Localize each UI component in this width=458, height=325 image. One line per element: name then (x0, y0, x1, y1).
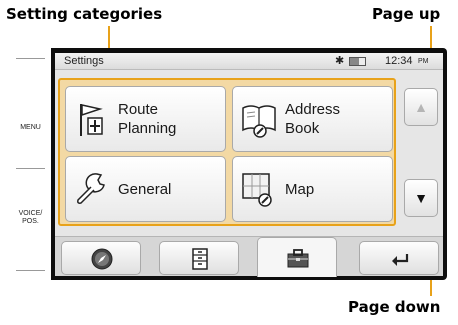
side-divider (16, 168, 45, 169)
page-down-callout: Page down (348, 298, 441, 316)
screen-title: Settings (64, 55, 104, 67)
cabinet-button[interactable] (159, 241, 239, 275)
device-frame: MENU VOICE/ POS. Settings ✱ 12:34 PM Rou… (10, 48, 447, 280)
setting-categories-area: Route Planning Address Book General Map (58, 78, 396, 226)
address-book-button[interactable]: Address Book (232, 86, 393, 152)
side-panel: MENU VOICE/ POS. (10, 48, 51, 280)
toolbox-tab-selected[interactable] (257, 237, 337, 277)
screen: Settings ✱ 12:34 PM Route Planning Addre… (55, 53, 443, 277)
scroll-column: ▲ ▼ (401, 78, 441, 228)
back-button[interactable] (359, 241, 439, 275)
battery-icon (349, 57, 366, 66)
compass-icon (91, 248, 113, 270)
pos-label: POS. (22, 218, 39, 225)
menu-button[interactable]: MENU (10, 124, 51, 132)
route-planning-label-line1: Route (118, 101, 159, 118)
wrench-icon (77, 173, 105, 204)
address-book-icon (242, 105, 276, 138)
status-bar: Settings ✱ 12:34 PM (55, 53, 443, 70)
map-icon (242, 173, 272, 207)
route-planning-label-line2: Planning (118, 120, 177, 137)
toolbox-icon (287, 249, 309, 268)
address-book-label-line2: Book (285, 120, 320, 137)
compass-button[interactable] (61, 241, 141, 275)
side-divider (16, 270, 45, 271)
setting-categories-callout: Setting categories (6, 5, 163, 23)
clock-time: 12:34 (385, 55, 413, 67)
bluetooth-icon: ✱ (335, 55, 345, 67)
bottom-toolbar (55, 236, 443, 277)
general-label: General (118, 181, 172, 198)
route-flag-icon (80, 104, 103, 136)
page-up-callout: Page up (372, 5, 441, 23)
page-up-button[interactable]: ▲ (404, 88, 438, 126)
route-planning-button[interactable]: Route Planning (65, 86, 226, 152)
voice-label: VOICE/ (18, 210, 43, 217)
clock-ampm: PM (418, 58, 429, 65)
general-button[interactable]: General (65, 156, 226, 222)
back-arrow-icon (392, 254, 409, 266)
cabinet-icon (192, 248, 208, 270)
map-label: Map (285, 181, 315, 198)
side-divider (16, 58, 45, 59)
page-down-button[interactable]: ▼ (404, 179, 438, 217)
map-button[interactable]: Map (232, 156, 393, 222)
address-book-label-line1: Address (285, 101, 341, 118)
voice-pos-button[interactable]: VOICE/ POS. (10, 210, 51, 226)
